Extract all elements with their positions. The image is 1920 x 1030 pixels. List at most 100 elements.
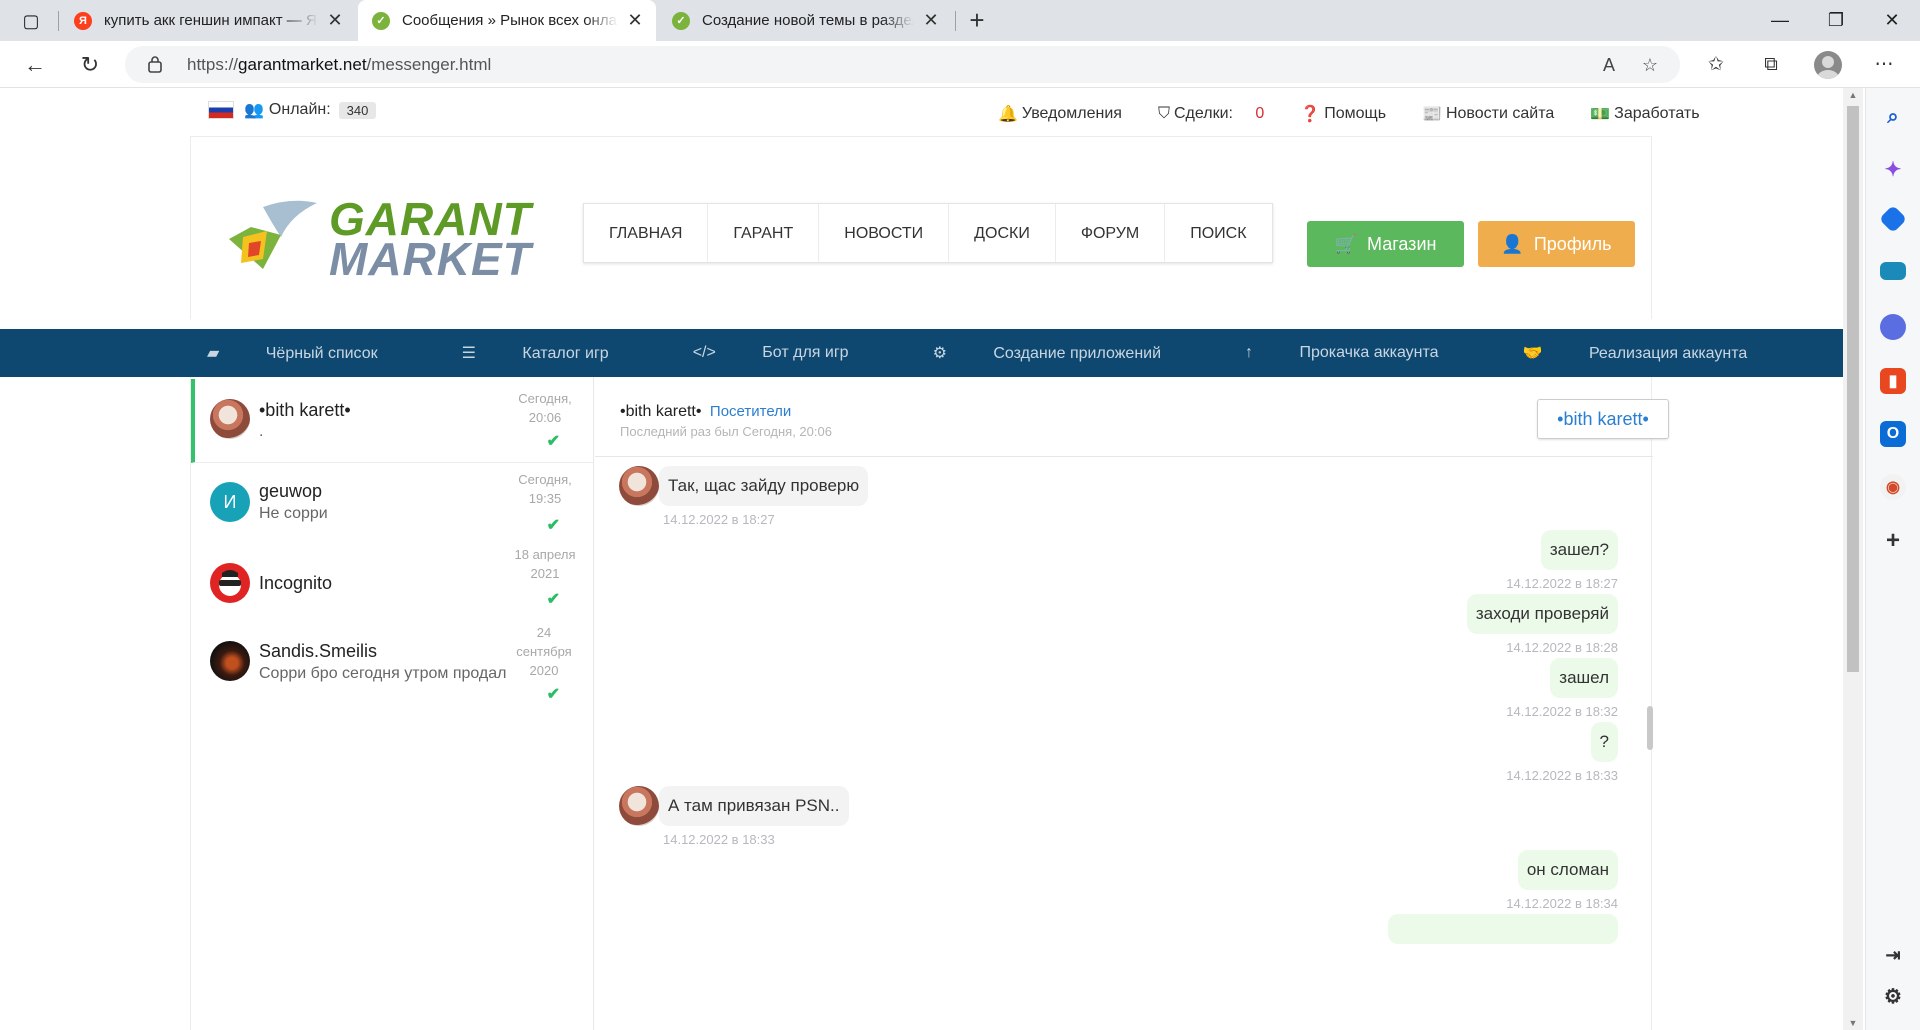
question-icon: ❓	[1300, 106, 1321, 123]
message-text: он сломан	[1517, 850, 1618, 890]
favorites-icon[interactable]: ✩	[1700, 49, 1732, 81]
messenger: •bith karett• . Сегодня, 20:06 ✔ И geuwo…	[190, 377, 1669, 1030]
garant-favicon-icon: ✓	[672, 11, 690, 30]
cart-icon: 🛒	[1334, 234, 1357, 254]
add-icon[interactable]: +	[1880, 527, 1906, 554]
deals-count: 0	[1255, 105, 1265, 122]
contact-profile-button[interactable]: •bith karett•	[1537, 399, 1669, 439]
close-window-icon[interactable]: ✕	[1864, 0, 1920, 41]
help-link[interactable]: ❓ Помощь	[1300, 104, 1404, 124]
book-icon: ▰	[207, 345, 220, 362]
online-count-badge: 340	[338, 101, 377, 119]
message-time: 14.12.2022 в 18:32	[1506, 704, 1618, 719]
message-time: 14.12.2022 в 18:33	[663, 832, 775, 847]
deals-link[interactable]: ⛉ Сделки: 0	[1158, 104, 1282, 124]
message-avatar	[619, 786, 659, 826]
tab-title: купить акк геншин импакт — Яндекс	[104, 12, 318, 29]
shop-button[interactable]: 🛒 Магазин	[1307, 221, 1464, 267]
read-check-icon: ✔	[546, 517, 560, 534]
nav-news[interactable]: Новости	[819, 204, 950, 262]
avatar	[210, 563, 250, 603]
office-icon[interactable]: ▮	[1880, 368, 1906, 394]
nav-boards[interactable]: Доски	[949, 204, 1056, 262]
dialog-item-bith-karett[interactable]: •bith karett• . Сегодня, 20:06 ✔	[191, 379, 594, 463]
subnav-games-catalog[interactable]: ☰ Каталог игр	[462, 343, 651, 363]
new-tab-icon[interactable]: +	[962, 6, 992, 36]
garant-favicon-icon: ✓	[372, 11, 390, 30]
users-icon: 👥	[244, 102, 264, 119]
address-bar[interactable]: https://garantmarket.net/messenger.html …	[125, 46, 1680, 83]
profile-button[interactable]: 👤 Профиль	[1478, 221, 1635, 267]
refresh-icon[interactable]: ↻	[72, 47, 108, 83]
scroll-up-icon[interactable]: ▲	[1843, 90, 1863, 100]
handshake-icon: 🤝	[1522, 345, 1543, 362]
outlook-icon[interactable]: O	[1880, 421, 1906, 447]
news-link[interactable]: 📰 Новости сайта	[1422, 104, 1572, 124]
search-icon[interactable]: ⌕	[1880, 104, 1906, 130]
chat-contact: •bith karett• Посетители	[620, 403, 791, 421]
message-bubble	[1388, 914, 1618, 944]
dialog-item-incognito[interactable]: Incognito 18 апреля 2021 ✔	[191, 545, 594, 625]
scrollbar-thumb[interactable]	[1847, 106, 1859, 672]
message-outgoing: ? 14.12.2022 в 18:33	[1506, 722, 1618, 783]
tab-close-icon[interactable]: ✕	[920, 10, 942, 31]
message-outgoing: заходи проверяй 14.12.2022 в 18:28	[1466, 594, 1618, 655]
maximize-icon[interactable]: ❐	[1808, 0, 1864, 41]
nav-home[interactable]: Главная	[584, 204, 709, 262]
tab-messages[interactable]: ✓ Сообщения » Рынок всех онлайн игр ✕	[358, 0, 656, 41]
subnav-app-development[interactable]: ⚙ Создание приложений	[933, 343, 1203, 363]
secondary-navigation: ▰ Чёрный список ☰ Каталог игр </> Бот дл…	[0, 329, 1843, 377]
subnav-blacklist[interactable]: ▰ Чёрный список	[207, 343, 420, 363]
nav-forum[interactable]: Форум	[1056, 204, 1166, 262]
dialog-item-geuwop[interactable]: И geuwop Не сорри Сегодня, 19:35 ✔	[191, 463, 594, 545]
tab-separator	[58, 11, 59, 31]
read-aloud-icon[interactable]: A	[1595, 53, 1623, 77]
chat-scrollbar[interactable]	[1647, 706, 1653, 750]
page-scrollbar[interactable]: ▲ ▼	[1843, 88, 1863, 1030]
sidebar-toggle-icon[interactable]: ⇥	[1880, 942, 1906, 968]
tab-close-icon[interactable]: ✕	[624, 10, 646, 31]
scroll-down-icon[interactable]: ▼	[1843, 1018, 1863, 1028]
browser-toolbar: ← ↻ https://garantmarket.net/messenger.h…	[0, 41, 1920, 88]
message-outgoing: он сломан 14.12.2022 в 18:34	[1506, 850, 1618, 911]
copilot-icon[interactable]: ✦	[1880, 156, 1906, 182]
profile-avatar-icon[interactable]	[1814, 51, 1842, 79]
chat-contact-group[interactable]: Посетители	[710, 403, 791, 420]
earn-link[interactable]: 💵 Заработать	[1590, 104, 1717, 124]
collections-icon[interactable]: ⧉	[1755, 49, 1787, 81]
notifications-link[interactable]: 🔔 Уведомления	[998, 104, 1140, 124]
tab-actions-icon[interactable]: ▢	[14, 8, 48, 34]
minimize-icon[interactable]: —	[1752, 0, 1808, 41]
webpage: 👥 Онлайн: 340 🔔 Уведомления ⛉ Сделки: 0 ❓ П…	[0, 88, 1843, 1030]
arrow-up-icon: ↑	[1245, 344, 1254, 361]
subnav-account-selling[interactable]: 🤝 Реализация аккаунта	[1523, 343, 1790, 363]
shopping-tag-icon[interactable]	[1878, 204, 1908, 234]
more-icon[interactable]: ⋯	[1868, 49, 1900, 81]
message-incoming: А там привязан PSN.. 14.12.2022 в 18:33	[659, 786, 849, 847]
settings-gear-icon[interactable]: ⚙	[1880, 983, 1906, 1009]
games-icon[interactable]	[1880, 314, 1906, 340]
subnav-account-boosting[interactable]: ↑ Прокачка аккаунта	[1245, 344, 1481, 362]
dialog-name: Sandis.Smeilis	[259, 641, 378, 661]
message-text: А там привязан PSN..	[659, 786, 849, 826]
chat-contact-name[interactable]: •bith karett•	[620, 403, 701, 420]
dialog-preview: .	[259, 423, 264, 440]
main-navigation: Главная Гарант Новости Доски Форум Поиск	[583, 203, 1273, 263]
nav-garant[interactable]: Гарант	[708, 204, 820, 262]
tab-yandex-search[interactable]: Я купить акк геншин импакт — Яндекс ✕	[60, 0, 356, 41]
tab-close-icon[interactable]: ✕	[324, 10, 346, 31]
nav-search[interactable]: Поиск	[1165, 204, 1271, 262]
russian-flag-icon[interactable]	[208, 101, 234, 119]
dialog-item-sandis-smeilis[interactable]: Sandis.Smeilis Сорри бро сегодня утром п…	[191, 625, 594, 715]
app-icon[interactable]: ◉	[1880, 474, 1906, 500]
edge-sidebar: ⌕ ✦ ▮ O ◉ + ⇥ ⚙	[1865, 88, 1920, 1030]
tools-icon[interactable]	[1880, 262, 1906, 280]
site-logo[interactable]: GARANT MARKET	[221, 192, 531, 285]
back-icon[interactable]: ←	[17, 47, 53, 83]
url-text[interactable]: https://garantmarket.net/messenger.html	[187, 55, 491, 75]
subnav-game-bot[interactable]: </> Бот для игр	[693, 344, 891, 362]
add-favorite-icon[interactable]: ☆	[1636, 53, 1664, 77]
tab-create-topic[interactable]: ✓ Создание новой темы в разделе ✕	[658, 0, 952, 41]
logo-text-market: MARKET	[329, 233, 532, 285]
user-icon: 👤	[1501, 234, 1524, 254]
